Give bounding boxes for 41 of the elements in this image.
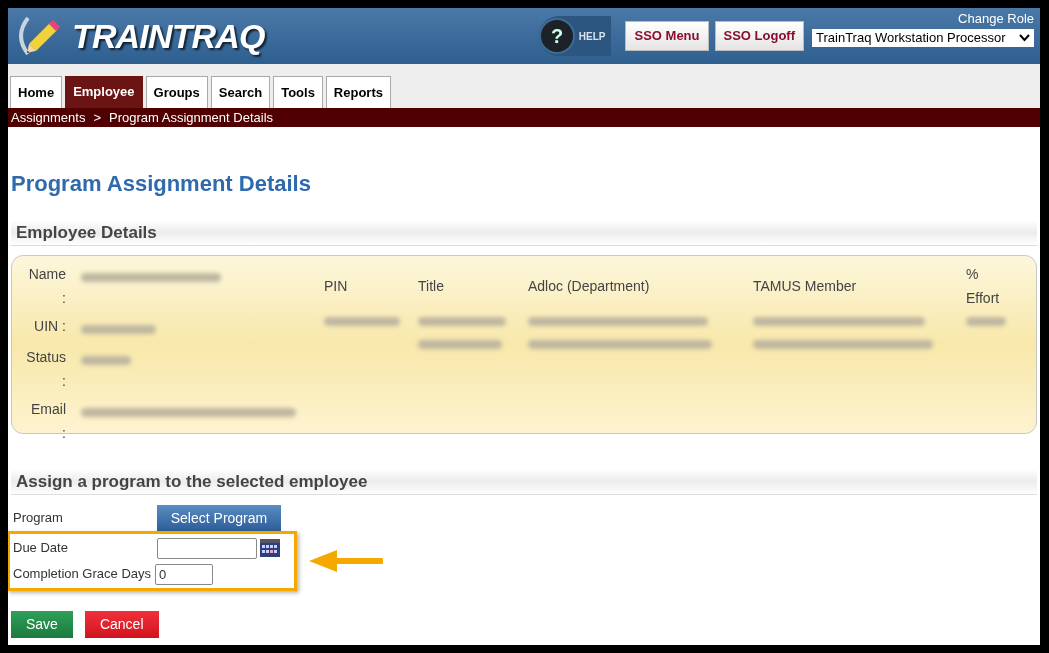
save-button[interactable]: Save bbox=[11, 611, 73, 638]
section-heading: Employee Details bbox=[11, 220, 1037, 246]
field-label: Name : bbox=[27, 265, 66, 308]
blurred-text bbox=[81, 356, 131, 365]
change-role-label: Change Role bbox=[958, 12, 1034, 26]
blurred-text bbox=[966, 317, 1006, 326]
column-header: Adloc (Department) bbox=[528, 277, 651, 296]
page-title: Program Assignment Details bbox=[11, 170, 312, 198]
breadcrumb-separator: > bbox=[93, 108, 101, 127]
chevron-down-icon bbox=[1019, 34, 1030, 42]
field-label: UIN : bbox=[33, 317, 66, 336]
sso-button[interactable]: SSO Menu bbox=[625, 21, 709, 51]
grace-days-field[interactable]: 0 bbox=[155, 563, 213, 585]
app-logo: TRAINTRAQ bbox=[72, 15, 265, 57]
field-label: Email : bbox=[30, 400, 66, 443]
nav-tab[interactable]: Tools bbox=[273, 76, 323, 108]
help-button[interactable]: ? HELP bbox=[538, 16, 612, 56]
nav-tab[interactable]: Reports bbox=[325, 76, 391, 108]
field-label: Due Date bbox=[12, 539, 69, 558]
field-label: Completion Grace Days bbox=[12, 565, 152, 584]
calendar-icon[interactable] bbox=[260, 539, 280, 557]
section-heading: Assign a program to the selected employee bbox=[11, 469, 1037, 495]
select-program-button[interactable]: Select Program bbox=[157, 505, 281, 531]
question-mark: ? bbox=[550, 25, 563, 47]
field-label: Status : bbox=[25, 348, 66, 391]
nav-tab[interactable]: Groups bbox=[145, 76, 208, 108]
column-header: PIN bbox=[324, 277, 349, 296]
nav-tab[interactable]: Employee bbox=[65, 76, 143, 108]
column-header: % Effort bbox=[966, 265, 1001, 308]
sso-button[interactable]: SSO Logoff bbox=[714, 21, 804, 51]
due-date-field[interactable] bbox=[157, 537, 257, 559]
role-select[interactable]: TrainTraq Workstation Processor bbox=[812, 29, 1034, 47]
nav-tab[interactable]: Search bbox=[210, 76, 271, 108]
cancel-button[interactable]: Cancel bbox=[84, 611, 159, 638]
field-label: Program bbox=[12, 509, 64, 528]
arrow-icon bbox=[309, 549, 383, 573]
column-header: TAMUS Member bbox=[753, 277, 858, 296]
column-header: Title bbox=[418, 277, 445, 296]
nav-tab[interactable]: Home bbox=[10, 76, 63, 108]
breadcrumb-current: Program Assignment Details bbox=[109, 108, 274, 127]
breadcrumb-link[interactable]: Assignments bbox=[11, 107, 86, 128]
